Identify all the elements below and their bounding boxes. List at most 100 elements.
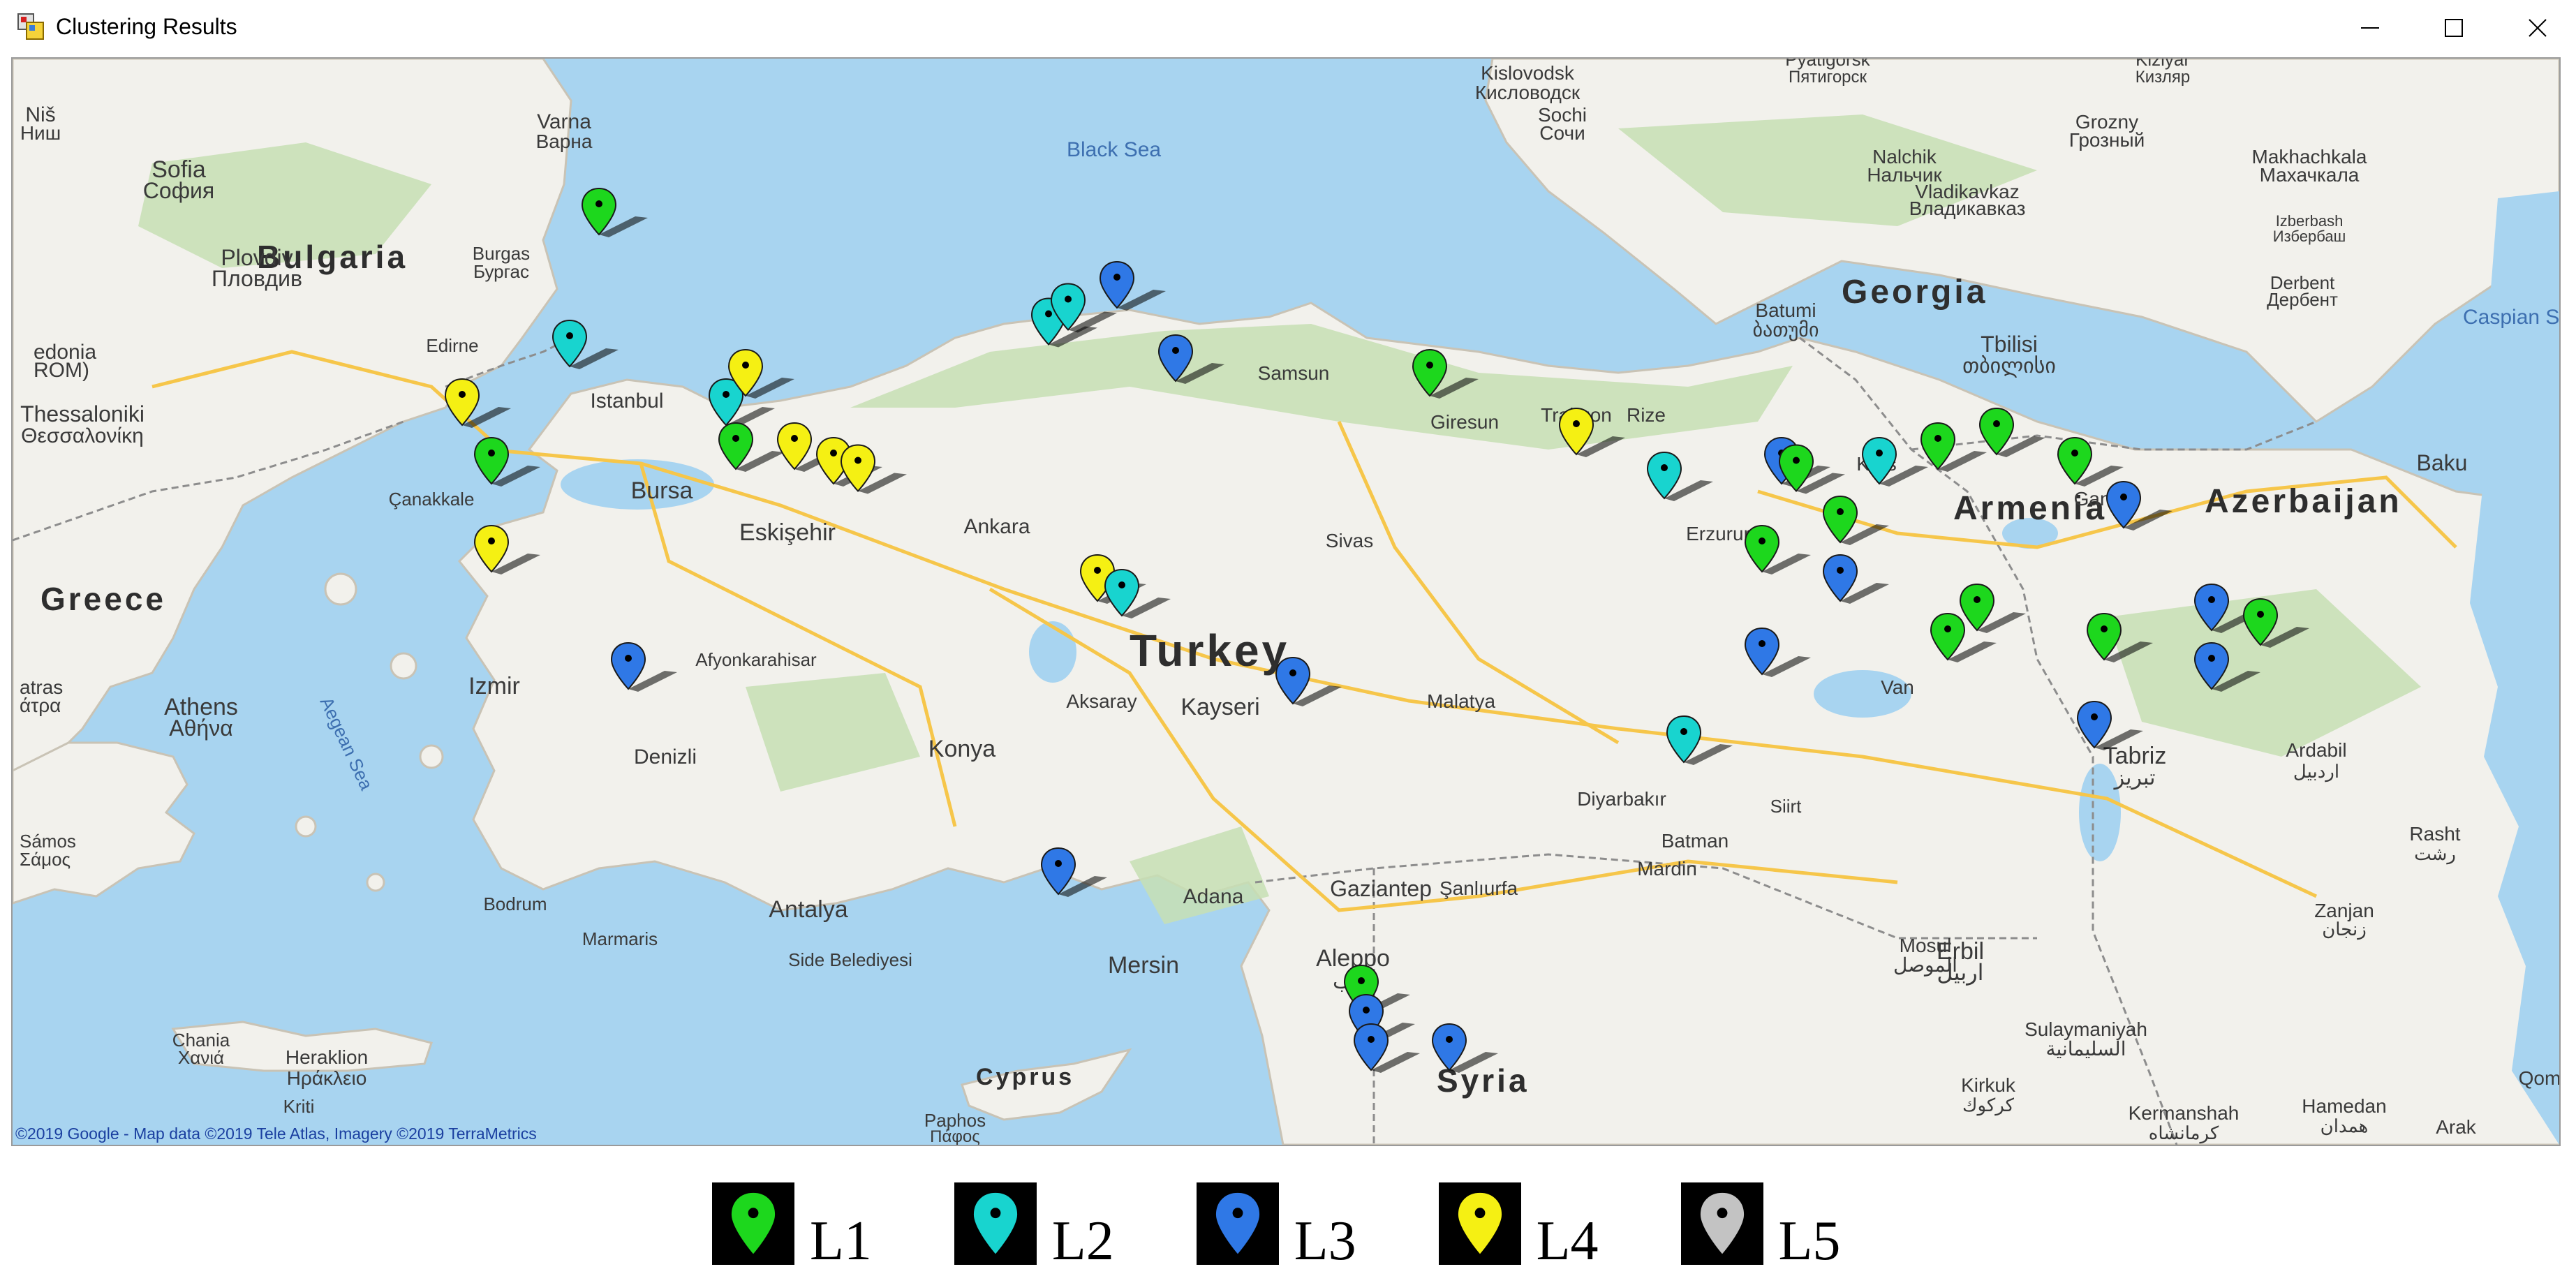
- marker-center-dot: [459, 391, 466, 398]
- city-label: Şanlıurfa: [1439, 877, 1518, 899]
- map-pin-icon: [1099, 260, 1135, 309]
- city-label: Hamedan: [2302, 1095, 2386, 1117]
- city-label: Сочи: [1539, 122, 1585, 144]
- map-attribution: ©2019 Google - Map data ©2019 Tele Atlas…: [15, 1125, 537, 1143]
- map-pin-icon: [581, 187, 617, 236]
- city-label: άτρα: [20, 695, 61, 716]
- land-island: [324, 572, 357, 606]
- marker-center-dot: [2101, 625, 2108, 632]
- minimize-button[interactable]: [2332, 0, 2408, 56]
- land-island: [295, 815, 317, 838]
- marker-center-dot: [1446, 1036, 1453, 1043]
- city-label: Diyarbakır: [1577, 788, 1666, 810]
- legend-label-l4: L4: [1536, 1210, 1599, 1272]
- city-label: Istanbul: [590, 390, 663, 413]
- marker-center-dot: [1363, 1007, 1370, 1014]
- maximize-button[interactable]: [2415, 0, 2492, 56]
- city-label: اربيل: [1937, 960, 1983, 986]
- marker-center-dot: [723, 391, 730, 398]
- marker-center-dot: [1837, 567, 1844, 574]
- city-label: Mardin: [1637, 858, 1697, 880]
- city-label: Θεσσαλονίκη: [21, 424, 144, 447]
- marker-center-dot: [830, 450, 837, 457]
- cluster-marker-l1[interactable]: [473, 436, 540, 487]
- legend-label-l5: L5: [1778, 1210, 1841, 1272]
- city-label: كركوك: [1962, 1095, 2015, 1116]
- marker-center-dot: [2208, 596, 2215, 603]
- legend-swatch-l5: [1680, 1182, 1763, 1265]
- cluster-marker-l3[interactable]: [1099, 260, 1166, 311]
- legend-item-l4: L4: [1438, 1177, 1599, 1269]
- city-label: Пловдив: [212, 266, 302, 291]
- country-label-azerbaijan: Azerbaijan: [2205, 483, 2402, 520]
- clustering-results-window: Clustering Results Bulgaria Greece Turke…: [0, 0, 2576, 1159]
- marker-center-dot: [1793, 457, 1800, 464]
- map-pin-icon: [971, 1190, 1020, 1257]
- map-pin-icon: [1456, 1190, 1504, 1257]
- city-label: Van: [1881, 676, 1914, 698]
- city-label: Samsun: [1258, 362, 1330, 384]
- cluster-legend: L1 L2 L3 L4 L5: [712, 1177, 1923, 1269]
- city-label: Qom: [2519, 1067, 2559, 1089]
- legend-swatch-l3: [1196, 1182, 1279, 1265]
- city-label: Siirt: [1770, 796, 1803, 817]
- city-label: السليمانية: [2046, 1038, 2126, 1060]
- country-label-greece: Greece: [40, 581, 166, 617]
- city-label: Χανιά: [178, 1047, 224, 1068]
- window-title: Clustering Results: [56, 14, 237, 39]
- marker-center-dot: [1172, 347, 1179, 354]
- marker-center-dot: [566, 332, 573, 339]
- cluster-marker-l4[interactable]: [444, 378, 511, 428]
- city-label: თბილისი: [1962, 355, 2056, 378]
- marker-center-dot: [1113, 274, 1120, 281]
- marker-center-dot: [488, 537, 495, 544]
- city-label: رشت: [2414, 843, 2456, 865]
- marker-center-dot: [2091, 713, 2098, 720]
- marker-center-dot: [1974, 596, 1981, 603]
- sea-label-aegean-sea: Aegean Sea: [316, 694, 378, 794]
- close-icon: [2529, 19, 2547, 37]
- marker-center-dot: [2120, 494, 2127, 500]
- marker-center-dot: [2208, 655, 2215, 662]
- city-label: Kayseri: [1180, 694, 1259, 720]
- city-label: Бургас: [473, 261, 529, 282]
- marker-center-dot: [732, 435, 739, 442]
- marker-center-dot: [2257, 611, 2264, 618]
- map-pin-icon: [729, 1190, 778, 1257]
- marker-center-dot: [488, 450, 495, 457]
- city-label: Antalya: [769, 896, 847, 923]
- marker-center-dot: [1934, 435, 1941, 442]
- map-pin-icon: [444, 378, 480, 426]
- title-bar[interactable]: Clustering Results: [0, 0, 2576, 56]
- city-label: Edirne: [426, 335, 478, 356]
- minimize-icon: [2361, 27, 2379, 29]
- sea-label-black-sea: Black Sea: [1067, 138, 1161, 161]
- city-label: Kirkuk: [1961, 1074, 2016, 1096]
- close-button[interactable]: [2499, 0, 2576, 56]
- city-label: Konya: [928, 736, 995, 762]
- cluster-marker-l1[interactable]: [581, 187, 648, 237]
- legend-item-l3: L3: [1196, 1177, 1356, 1269]
- map-pin-icon: [1040, 847, 1076, 896]
- map-canvas[interactable]: Bulgaria Greece Turkey Georgia Armenia A…: [13, 59, 2559, 1145]
- city-label: Грозный: [2069, 129, 2145, 151]
- marker-center-dot: [1289, 669, 1296, 676]
- city-label: Πάφος: [930, 1127, 980, 1145]
- lake-tuz: [1029, 621, 1076, 683]
- country-label-georgia: Georgia: [1842, 274, 1987, 311]
- marker-center-dot: [1661, 464, 1668, 471]
- city-label: Ηράκλειο: [287, 1067, 367, 1089]
- city-label: ბათუმი: [1753, 319, 1819, 341]
- cluster-marker-l2[interactable]: [552, 319, 619, 369]
- city-label: تبریز: [2113, 766, 2156, 790]
- marker-center-dot: [1426, 362, 1433, 369]
- city-label: Tbilisi: [1981, 332, 2038, 357]
- city-label: Eskişehir: [739, 519, 836, 546]
- city-label: Side Belediyesi: [788, 949, 912, 970]
- city-label: Избербаш: [2273, 228, 2346, 245]
- city-label: Rasht: [2409, 823, 2460, 845]
- city-label: Αθήνα: [169, 715, 232, 741]
- map-view[interactable]: Bulgaria Greece Turkey Georgia Armenia A…: [11, 57, 2561, 1146]
- land-island: [419, 744, 444, 769]
- city-label: Aksaray: [1066, 690, 1137, 712]
